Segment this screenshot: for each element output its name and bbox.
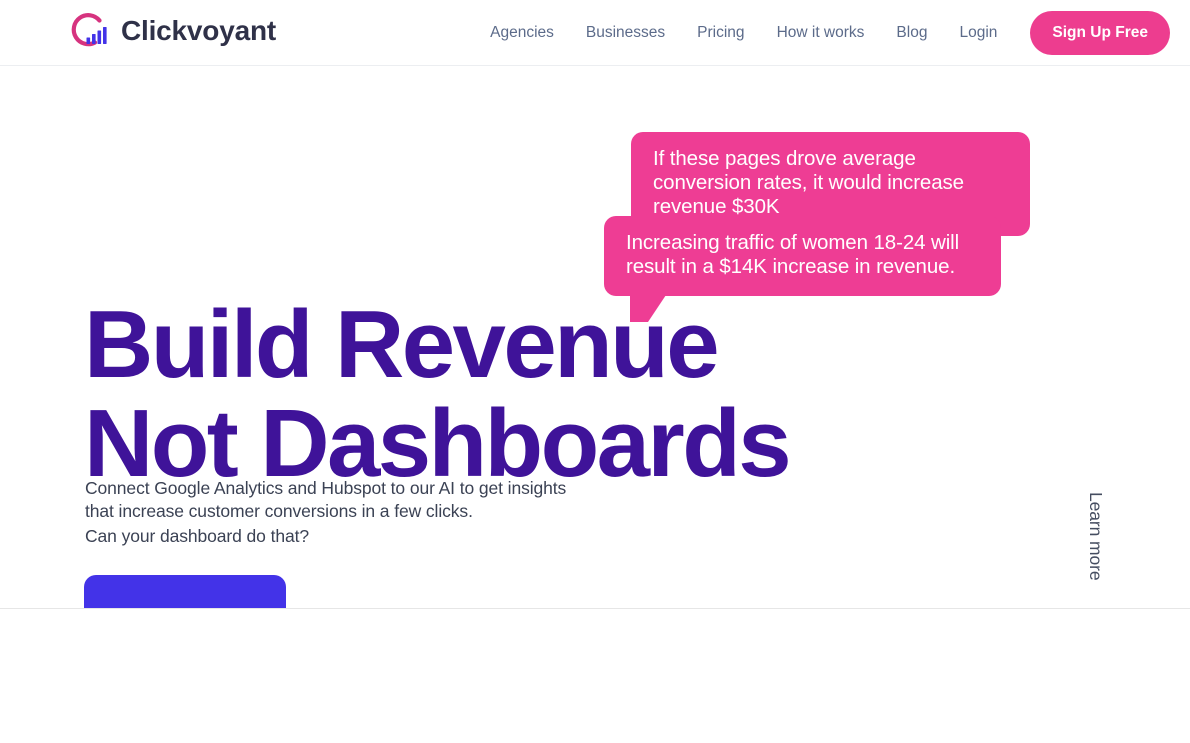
sign-up-free-button[interactable]: Sign Up Free — [1030, 11, 1170, 55]
nav-link-how-it-works[interactable]: How it works — [761, 0, 881, 66]
nav-link-agencies[interactable]: Agencies — [474, 0, 570, 66]
cookie-consent-banner: This website uses cookies We use cookies… — [0, 608, 1190, 743]
insight-bubble-2: Increasing traffic of women 18-24 will r… — [604, 216, 1001, 322]
nav-link-businesses[interactable]: Businesses — [570, 0, 681, 66]
hero-question: Can your dashboard do that? — [85, 526, 309, 546]
insight-bubble-2-text: Increasing traffic of women 18-24 will r… — [626, 231, 960, 278]
main-navigation: Agencies Businesses Pricing How it works… — [474, 0, 1170, 66]
page-root: Clickvoyant Agencies Businesses Pricing … — [0, 0, 1190, 743]
learn-more-link[interactable]: Learn more — [1085, 492, 1106, 581]
page-title: Build Revenue Not Dashboards — [84, 291, 792, 497]
nav-link-pricing[interactable]: Pricing — [681, 0, 760, 66]
nav-link-login[interactable]: Login — [943, 0, 1013, 66]
site-header: Clickvoyant Agencies Businesses Pricing … — [0, 0, 1190, 66]
insight-bubble-1-text: If these pages drove average conversion … — [653, 147, 964, 218]
brand-logo[interactable]: Clickvoyant — [66, 9, 276, 53]
hero-subtext: Connect Google Analytics and Hubspot to … — [85, 478, 567, 522]
nav-link-blog[interactable]: Blog — [880, 0, 943, 66]
clickvoyant-chart-arc-logo — [66, 9, 110, 53]
brand-name: Clickvoyant — [121, 15, 276, 46]
